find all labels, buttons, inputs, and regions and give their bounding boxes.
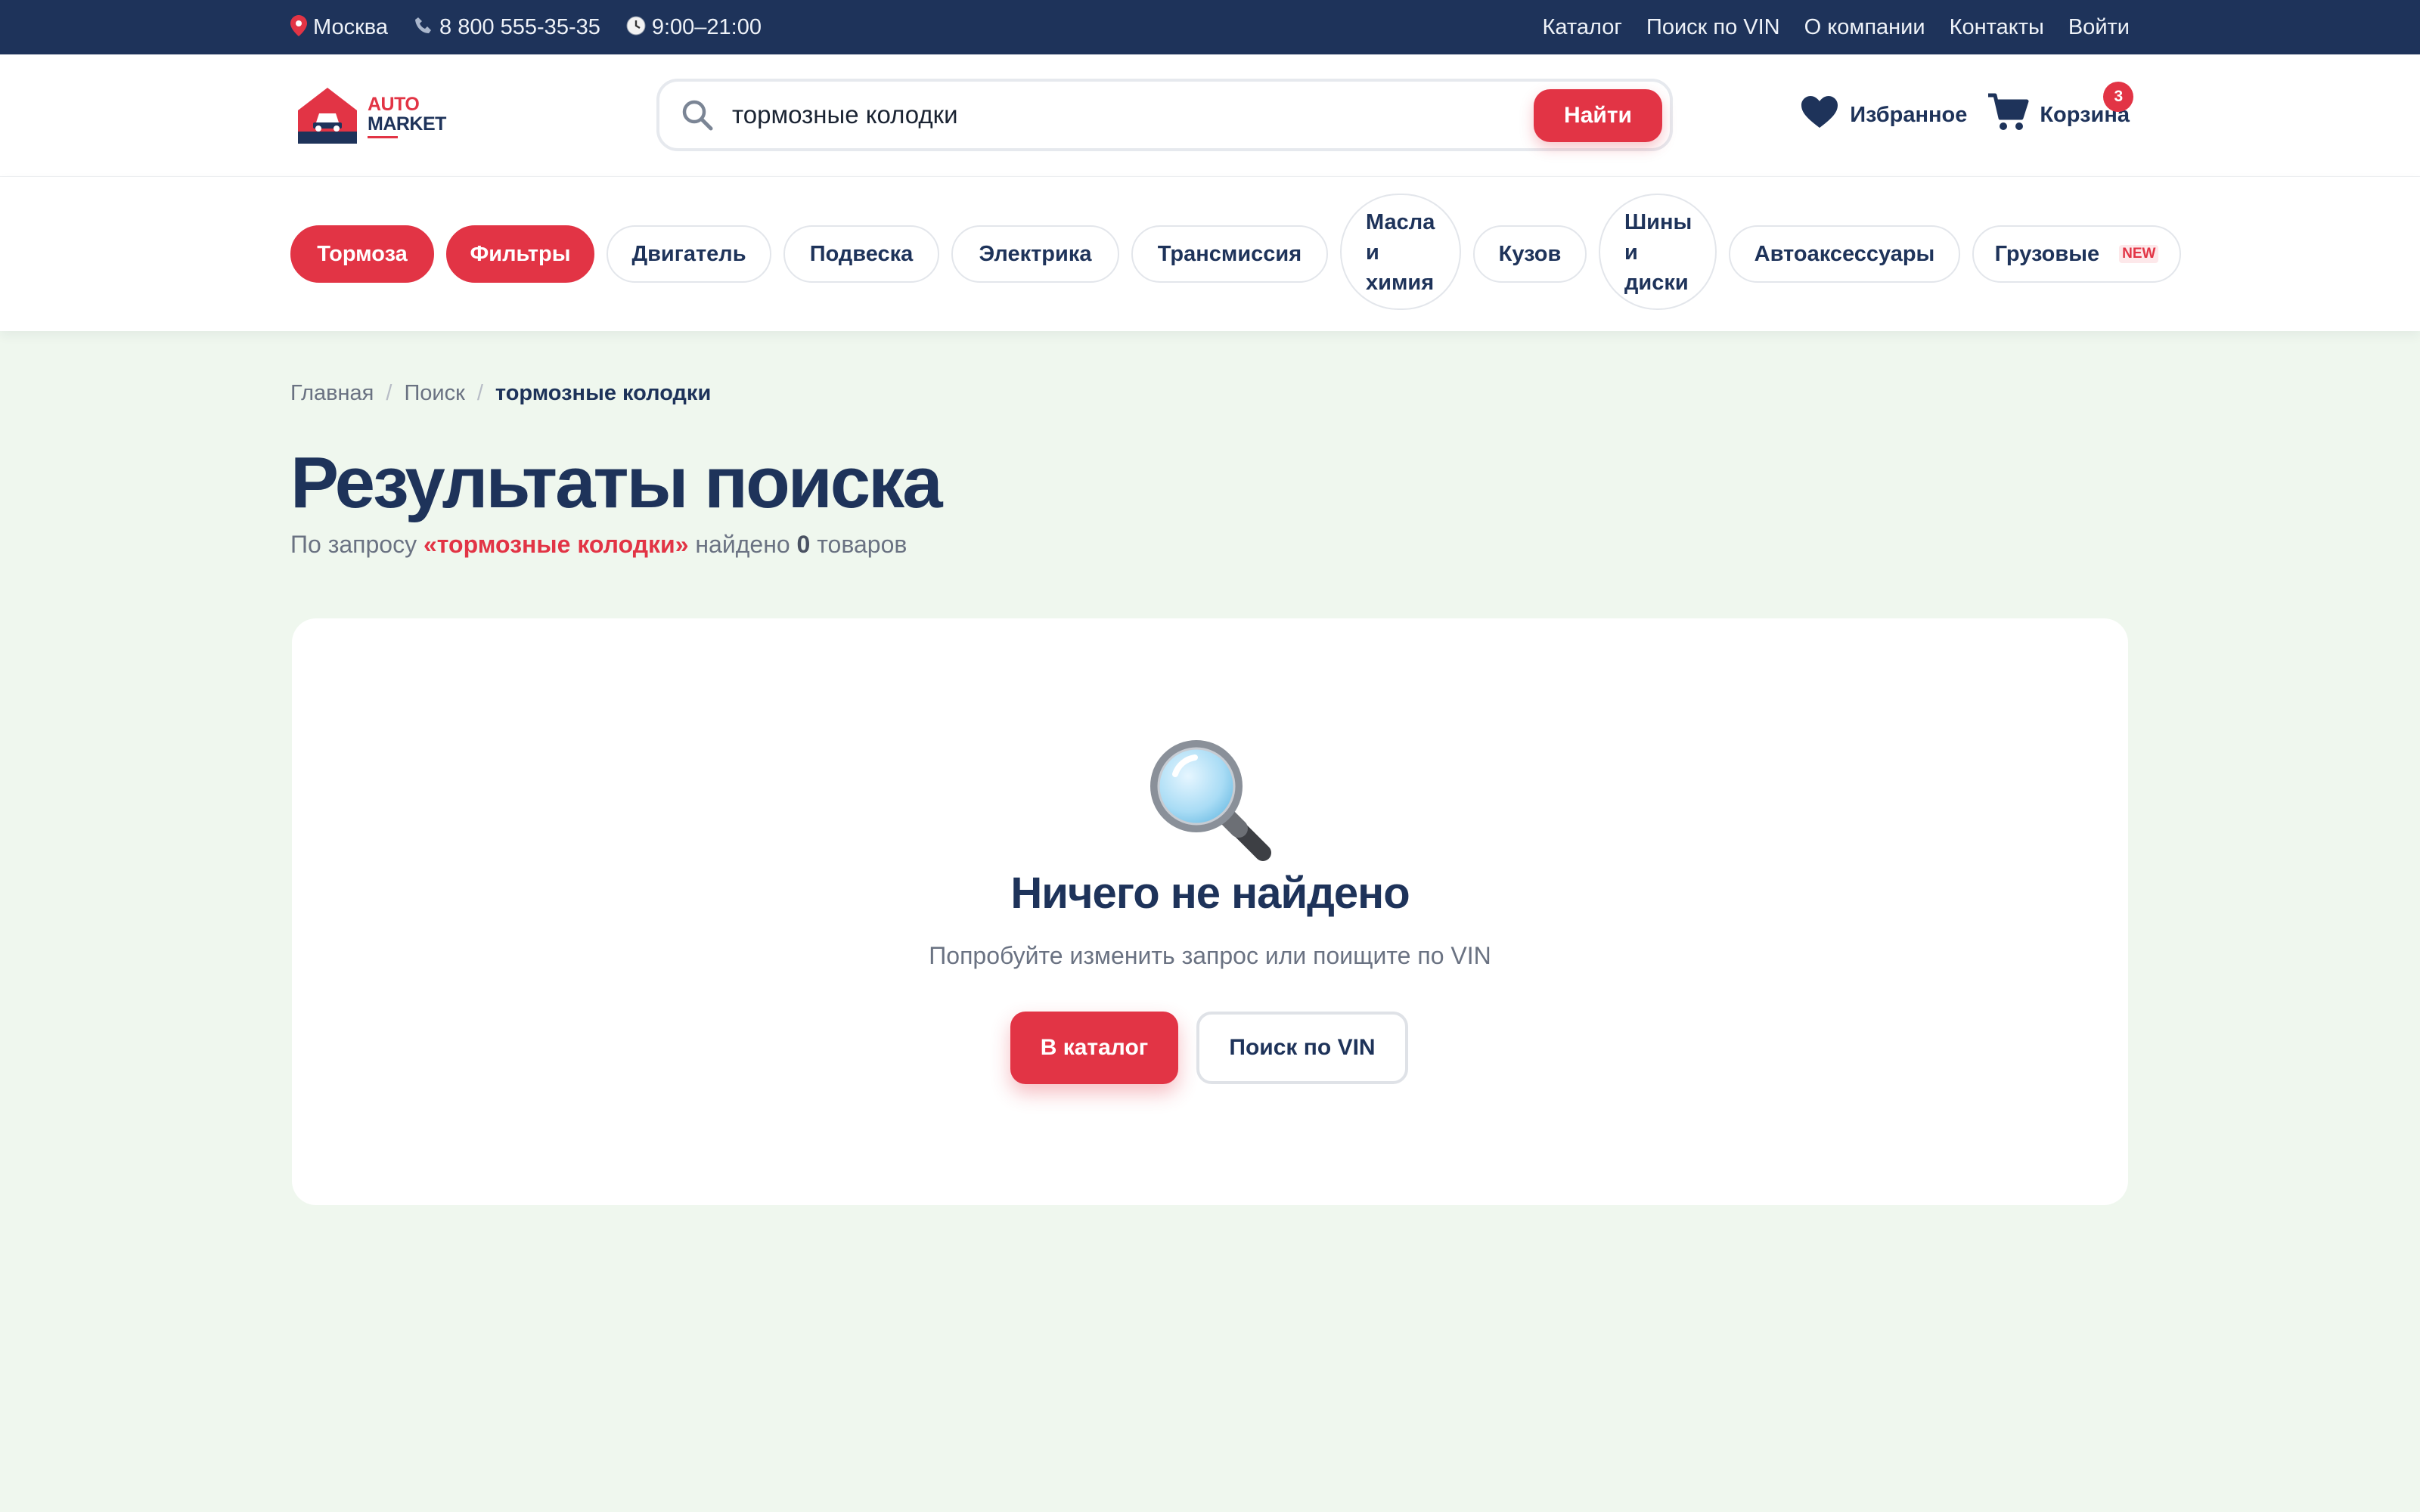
top-nav: Каталог Поиск по VIN О компании Контакты… bbox=[1543, 0, 2130, 54]
new-badge: NEW bbox=[2119, 245, 2159, 263]
phone-link[interactable]: 8 800 555-35-35 bbox=[414, 15, 600, 40]
header-actions: Избранное Корзина 3 bbox=[1800, 82, 2134, 138]
category-tires-wheels[interactable]: Шины и диски bbox=[1599, 194, 1717, 310]
search-input[interactable] bbox=[732, 92, 1413, 138]
category-accessories[interactable]: Автоаксессуары bbox=[1729, 225, 1960, 283]
category-label: Тормоза bbox=[317, 241, 408, 266]
header: AUTO MARKET Найти Избранное Корзина 3 bbox=[0, 54, 2420, 177]
empty-state-subtitle: Попробуйте изменить запрос или поищите п… bbox=[929, 942, 1491, 969]
go-to-catalog-button[interactable]: В каталог bbox=[1010, 1012, 1178, 1084]
phone-icon bbox=[414, 16, 433, 39]
category-label: Грузовые bbox=[1994, 241, 2100, 266]
category-label-line: диски bbox=[1624, 271, 1689, 295]
category-trucks[interactable]: Грузовые NEW bbox=[1972, 225, 2181, 283]
logo-underline bbox=[368, 136, 398, 138]
category-body[interactable]: Кузов bbox=[1473, 225, 1587, 283]
top-nav-login[interactable]: Войти bbox=[2068, 15, 2130, 40]
category-label-line: и bbox=[1366, 240, 1379, 265]
breadcrumb-separator: / bbox=[476, 381, 483, 405]
category-label: Электрика bbox=[979, 241, 1092, 266]
summary-count: 0 bbox=[796, 531, 811, 558]
top-bar-info: Москва 8 800 555-35-35 9:00–21:00 bbox=[290, 0, 762, 54]
favorites-label: Избранное bbox=[1850, 102, 1968, 127]
category-transmission[interactable]: Трансмиссия bbox=[1131, 225, 1328, 283]
category-label: Масла и химия bbox=[1366, 207, 1435, 298]
category-suspension[interactable]: Подвеска bbox=[783, 225, 939, 283]
category-oils-chemicals[interactable]: Масла и химия bbox=[1340, 194, 1461, 310]
summary-suffix: товаров bbox=[810, 531, 908, 558]
cart-link[interactable]: Корзина 3 bbox=[1987, 82, 2134, 138]
logo-text-auto: AUTO bbox=[368, 94, 420, 115]
category-label: Двигатель bbox=[631, 241, 746, 266]
category-label: Подвеска bbox=[809, 241, 914, 266]
summary-query: «тормозные колодки» bbox=[423, 531, 689, 558]
logo-house-icon bbox=[298, 88, 357, 144]
logo[interactable]: AUTO MARKET bbox=[296, 85, 463, 147]
hours-label: 9:00–21:00 bbox=[651, 14, 762, 39]
top-nav-vin-search[interactable]: Поиск по VIN bbox=[1646, 15, 1780, 40]
page-title: Результаты поиска bbox=[290, 442, 943, 523]
breadcrumb-home[interactable]: Главная bbox=[290, 381, 374, 406]
summary-middle: найдено bbox=[688, 531, 797, 558]
category-label: Фильтры bbox=[470, 241, 571, 266]
search-bar: Найти bbox=[656, 79, 1673, 151]
logo-text-market: MARKET bbox=[368, 113, 446, 135]
category-electrics[interactable]: Электрика bbox=[951, 225, 1119, 283]
search-button[interactable]: Найти bbox=[1534, 89, 1662, 142]
city-selector[interactable]: Москва bbox=[290, 15, 388, 40]
phone-number: 8 800 555-35-35 bbox=[439, 14, 600, 39]
search-icon bbox=[679, 97, 715, 133]
category-label-line: химия bbox=[1366, 271, 1435, 295]
location-pin-icon bbox=[290, 15, 307, 39]
breadcrumb-separator: / bbox=[386, 381, 392, 405]
category-engine[interactable]: Двигатель bbox=[607, 225, 771, 283]
category-filters[interactable]: Фильтры bbox=[446, 225, 594, 283]
category-label: Шины и диски bbox=[1624, 207, 1692, 298]
favorites-link[interactable]: Избранное bbox=[1800, 94, 1967, 135]
clock-icon bbox=[626, 16, 646, 39]
breadcrumb: Главная / Поиск / тормозные колодки bbox=[290, 381, 711, 406]
category-label-line: и bbox=[1624, 240, 1638, 265]
breadcrumb-search[interactable]: Поиск bbox=[404, 381, 464, 406]
vin-search-button[interactable]: Поиск по VIN bbox=[1196, 1012, 1408, 1084]
magnifier-icon bbox=[1142, 732, 1278, 868]
working-hours: 9:00–21:00 bbox=[626, 15, 762, 40]
category-label-line: Масла bbox=[1366, 210, 1435, 234]
heart-icon bbox=[1800, 94, 1839, 135]
top-nav-contacts[interactable]: Контакты bbox=[1950, 15, 2044, 40]
cart-icon bbox=[1987, 92, 2029, 138]
category-label: Автоаксессуары bbox=[1754, 241, 1935, 266]
category-bar: Тормоза Фильтры Двигатель Подвеска Элект… bbox=[0, 177, 2420, 331]
breadcrumb-current: тормозные колодки bbox=[495, 381, 712, 405]
category-label: Трансмиссия bbox=[1157, 241, 1302, 266]
results-summary: По запросу «тормозные колодки» найдено 0… bbox=[290, 531, 907, 559]
empty-state-title: Ничего не найдено bbox=[1010, 869, 1410, 918]
category-label: Кузов bbox=[1498, 241, 1562, 266]
top-bar: Москва 8 800 555-35-35 9:00–21:00 Катало… bbox=[0, 0, 2420, 54]
top-nav-catalog[interactable]: Каталог bbox=[1543, 15, 1622, 40]
empty-state-card: Ничего не найдено Попробуйте изменить за… bbox=[292, 618, 2128, 1205]
top-nav-about[interactable]: О компании bbox=[1804, 15, 1925, 40]
summary-prefix: По запросу bbox=[290, 531, 424, 558]
category-brakes[interactable]: Тормоза bbox=[290, 225, 434, 283]
category-label-line: Шины bbox=[1624, 210, 1692, 234]
city-label: Москва bbox=[313, 14, 389, 39]
